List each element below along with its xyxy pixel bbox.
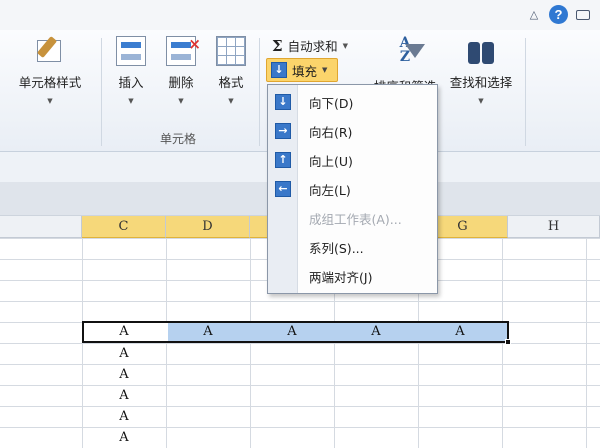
binoculars-icon: [465, 36, 497, 66]
format-button[interactable]: 格式 ▼: [210, 36, 252, 105]
collapse-ribbon-icon[interactable]: △: [527, 8, 541, 22]
group-separator: [525, 38, 526, 146]
cell-d-selected[interactable]: A: [166, 324, 250, 339]
menu-item-label: 向下(D): [309, 96, 354, 111]
group-separator: [101, 38, 102, 146]
column-header-h[interactable]: H: [508, 216, 600, 238]
window-controls: △ ?: [527, 5, 590, 24]
insert-button[interactable]: 插入 ▼: [110, 36, 152, 105]
cell-style-label: 单元格样式: [18, 75, 82, 90]
fill-down-icon: ↓: [271, 62, 287, 78]
menu-item-series[interactable]: 系列(S)...: [268, 233, 437, 262]
autosum-button[interactable]: Σ 自动求和 ▼: [272, 36, 348, 55]
chevron-down-icon: ▼: [228, 97, 234, 105]
cell-c[interactable]: A: [82, 388, 166, 403]
minimize-icon[interactable]: [576, 9, 590, 20]
find-select-button[interactable]: 查找和选择 ▼: [444, 36, 518, 105]
sigma-icon: Σ: [272, 36, 283, 55]
delete-button[interactable]: × 删除 ▼: [160, 35, 202, 105]
delete-cells-icon: ×: [166, 35, 201, 66]
fill-dropdown-menu: ↓ 向下(D) → 向右(R) ↑ 向上(U) ← 向左(L) 成组工作表(A)…: [267, 84, 438, 294]
fill-left-icon: ←: [275, 181, 291, 197]
fill-up-icon: ↑: [275, 152, 291, 168]
menu-item-label: 向右(R): [309, 125, 353, 140]
cell-c[interactable]: A: [82, 409, 166, 424]
chevron-down-icon: ▼: [342, 41, 349, 50]
menu-item-across-worksheets: 成组工作表(A)...: [268, 204, 437, 233]
cell-e-selected[interactable]: A: [250, 324, 334, 339]
column-header-c[interactable]: C: [82, 216, 166, 238]
help-icon[interactable]: ?: [549, 5, 568, 24]
cell-g-selected[interactable]: A: [418, 324, 502, 339]
chevron-down-icon: ▼: [47, 97, 53, 105]
column-header-d[interactable]: D: [166, 216, 250, 238]
autosum-label: 自动求和: [287, 39, 338, 54]
chevron-down-icon: ▼: [322, 66, 328, 74]
format-cells-icon: [216, 36, 246, 66]
format-label: 格式: [218, 75, 244, 90]
insert-cells-icon: [116, 36, 146, 66]
cell-style-icon: [35, 36, 65, 66]
menu-item-label: 系列(S)...: [309, 241, 364, 256]
find-select-label: 查找和选择: [449, 75, 513, 90]
title-bar: △ ?: [0, 0, 600, 30]
fill-handle[interactable]: [505, 339, 511, 345]
fill-label: 填充: [292, 63, 318, 79]
menu-item-label: 成组工作表(A)...: [309, 212, 402, 227]
chevron-down-icon: ▼: [178, 97, 184, 105]
fill-right-icon: →: [275, 123, 291, 139]
cell-style-button[interactable]: 单元格样式 ▼: [4, 36, 96, 105]
insert-label: 插入: [118, 75, 144, 90]
chevron-down-icon: ▼: [478, 97, 484, 105]
menu-item-fill-left[interactable]: ← 向左(L): [268, 175, 437, 204]
menu-item-label: 向上(U): [309, 154, 353, 169]
menu-item-label: 两端对齐(J): [309, 270, 373, 285]
group-separator: [259, 38, 260, 146]
cell-f-selected[interactable]: A: [334, 324, 418, 339]
delete-label: 删除: [168, 75, 194, 90]
menu-item-fill-down[interactable]: ↓ 向下(D): [268, 88, 437, 117]
menu-item-fill-right[interactable]: → 向右(R): [268, 117, 437, 146]
fill-down-icon: ↓: [275, 94, 291, 110]
chevron-down-icon: ▼: [128, 97, 134, 105]
cells-group-label: 单元格: [160, 132, 197, 146]
cell-c[interactable]: A: [82, 346, 166, 361]
menu-item-fill-up[interactable]: ↑ 向上(U): [268, 146, 437, 175]
cell-c[interactable]: A: [82, 367, 166, 382]
cell-c[interactable]: A: [82, 430, 166, 445]
fill-button[interactable]: ↓ 填充 ▼: [266, 58, 338, 82]
corner-header: [0, 216, 82, 238]
menu-item-justify[interactable]: 两端对齐(J): [268, 262, 437, 291]
menu-item-label: 向左(L): [309, 183, 351, 198]
sort-filter-icon: AZ: [387, 36, 425, 70]
cell-c-selected[interactable]: A: [82, 324, 166, 339]
